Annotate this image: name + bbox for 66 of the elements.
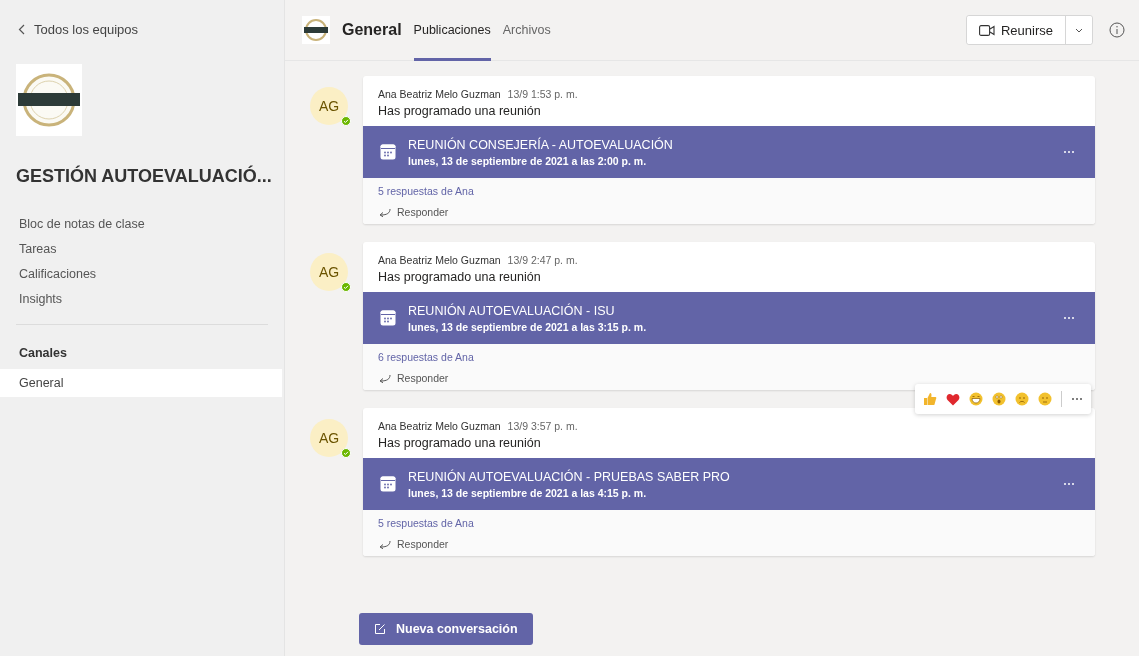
message-time: 13/9 2:47 p. m. bbox=[507, 254, 578, 266]
frowning-face-icon[interactable] bbox=[1038, 392, 1052, 406]
reply-link[interactable]: Responder bbox=[378, 538, 1080, 550]
reply-arrow-icon bbox=[378, 373, 391, 383]
replies-link[interactable]: 5 respuestas de Ana bbox=[378, 517, 1080, 529]
new-conversation-button[interactable]: Nueva conversación bbox=[359, 613, 533, 645]
author-name: Ana Beatriz Melo Guzman bbox=[378, 420, 501, 432]
channel-logo-drawing bbox=[302, 16, 330, 44]
calendar-icon bbox=[380, 144, 396, 160]
sidebar-item[interactable]: Tareas bbox=[19, 242, 284, 256]
message-time: 13/9 1:53 p. m. bbox=[507, 88, 578, 100]
replies-link[interactable]: 5 respuestas de Ana bbox=[378, 185, 1080, 197]
team-logo-drawing bbox=[16, 64, 82, 136]
meet-button[interactable]: Reunirse bbox=[966, 16, 1066, 44]
reply-arrow-icon bbox=[378, 207, 391, 217]
chevron-down-icon bbox=[1075, 27, 1083, 33]
laughing-face-icon[interactable] bbox=[969, 392, 983, 406]
sad-face-icon[interactable] bbox=[1015, 392, 1029, 406]
reply-link[interactable]: Responder bbox=[378, 206, 1080, 218]
channels-heading: Canales bbox=[19, 346, 68, 360]
meeting-date: lunes, 13 de septiembre de 2021 a las 4:15 p. m. bbox=[408, 486, 648, 499]
compose-icon bbox=[374, 623, 386, 635]
message-text: Has programado una reunión bbox=[378, 436, 542, 450]
author-name: Ana Beatriz Melo Guzman bbox=[378, 88, 501, 100]
meeting-date: lunes, 13 de septiembre de 2021 a las 3:15 p. m. bbox=[408, 320, 648, 333]
channel-tab[interactable]: Publicaciones bbox=[413, 0, 491, 61]
available-status-icon bbox=[341, 116, 351, 126]
calendar-icon bbox=[380, 476, 396, 492]
more-options-icon[interactable] bbox=[1063, 150, 1075, 154]
meeting-banner[interactable]: REUNIÓN AUTOEVALUACIÓN - PRUEBAS SABER PRO lunes, 13 de septiembre de 2021 a las 4:15 p. m. bbox=[363, 458, 1095, 510]
message-text: Has programado una reunión bbox=[378, 104, 542, 118]
meeting-title: REUNIÓN AUTOEVALUACIÓN - ISU bbox=[408, 303, 616, 318]
meeting-banner[interactable]: REUNIÓN AUTOEVALUACIÓN - ISU lunes, 13 de septiembre de 2021 a las 3:15 p. m. bbox=[363, 292, 1095, 344]
avatar[interactable]: AG bbox=[310, 419, 348, 457]
meeting-date: lunes, 13 de septiembre de 2021 a las 2:00 p. m. bbox=[408, 154, 648, 167]
team-name: GESTIÓN AUTOEVALUACIÓ... bbox=[16, 166, 272, 187]
more-options-icon[interactable] bbox=[1063, 316, 1075, 320]
sidebar-item[interactable]: Bloc de notas de clase bbox=[19, 217, 284, 231]
more-options-icon[interactable] bbox=[1071, 397, 1083, 401]
thumbs-up-icon[interactable] bbox=[923, 392, 937, 406]
meeting-title: REUNIÓN CONSEJERÍA - AUTOEVALUACIÓN bbox=[408, 137, 674, 152]
message-time: 13/9 3:57 p. m. bbox=[507, 420, 578, 432]
author-name: Ana Beatriz Melo Guzman bbox=[378, 254, 501, 266]
reply-arrow-icon bbox=[378, 539, 391, 549]
chevron-left-icon bbox=[18, 24, 25, 35]
sidebar-item[interactable]: Insights bbox=[19, 292, 284, 306]
message-text: Has programado una reunión bbox=[378, 270, 542, 284]
reply-link[interactable]: Responder bbox=[378, 372, 1080, 384]
heart-icon[interactable] bbox=[946, 392, 960, 406]
replies-link[interactable]: 6 respuestas de Ana bbox=[378, 351, 1080, 363]
back-link[interactable]: Todos los equipos bbox=[18, 22, 284, 37]
info-icon[interactable] bbox=[1109, 22, 1125, 38]
more-options-icon[interactable] bbox=[1063, 482, 1075, 486]
available-status-icon bbox=[341, 282, 351, 292]
available-status-icon bbox=[341, 448, 351, 458]
avatar[interactable]: AG bbox=[310, 87, 348, 125]
surprised-face-icon[interactable] bbox=[992, 392, 1006, 406]
sidebar-item[interactable]: Calificaciones bbox=[19, 267, 284, 281]
channel-tab[interactable]: Archivos bbox=[502, 0, 551, 61]
meeting-banner[interactable]: REUNIÓN CONSEJERÍA - AUTOEVALUACIÓN lunes, 13 de septiembre de 2021 a las 2:00 p. m. bbox=[363, 126, 1095, 178]
calendar-icon bbox=[380, 310, 396, 326]
channel-item[interactable]: General bbox=[0, 369, 282, 397]
meeting-title: REUNIÓN AUTOEVALUACIÓN - PRUEBAS SABER PRO bbox=[408, 469, 731, 484]
channel-title: General bbox=[342, 21, 402, 39]
video-camera-icon bbox=[978, 24, 995, 36]
avatar[interactable]: AG bbox=[310, 253, 348, 291]
